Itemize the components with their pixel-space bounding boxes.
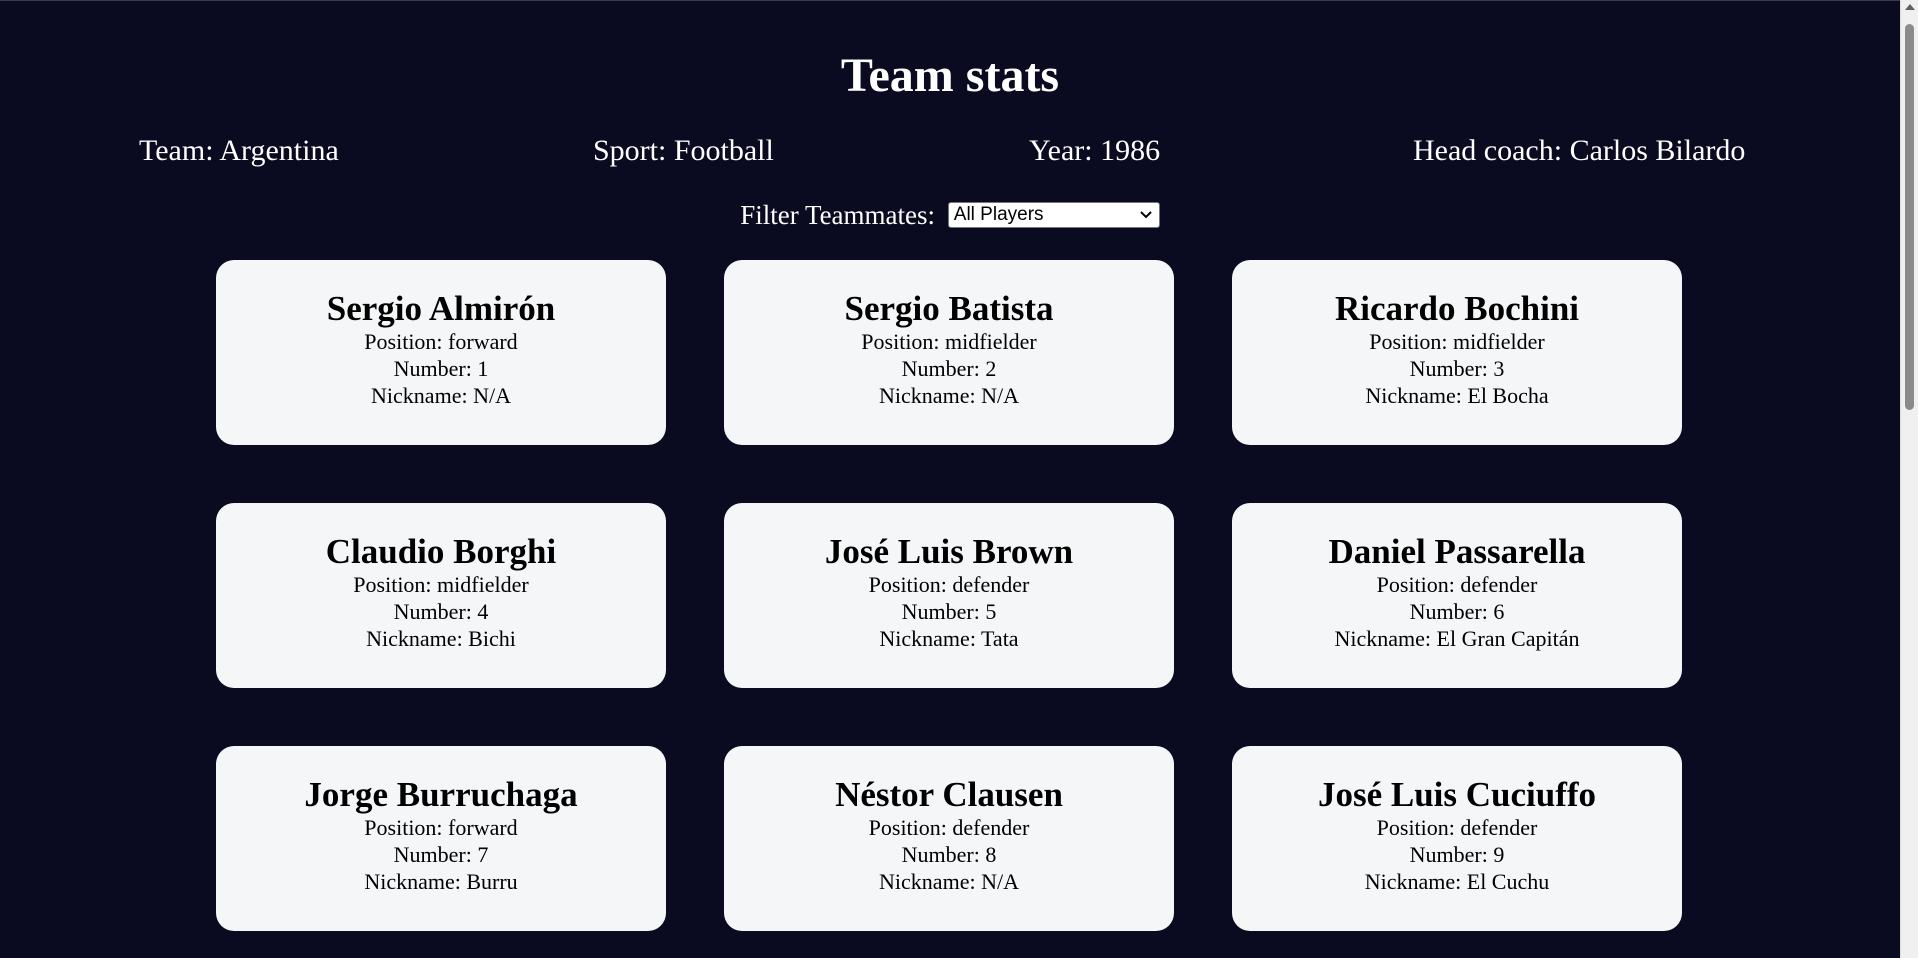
- chevron-down-icon: [1140, 211, 1152, 219]
- player-nickname: Nickname: El Cuchu: [1364, 869, 1550, 894]
- player-number: Number: 7: [393, 842, 489, 867]
- player-nickname: Nickname: N/A: [879, 869, 1019, 894]
- player-card: Sergio Almirón Position: forward Number:…: [216, 260, 666, 445]
- player-nickname: Nickname: El Gran Capitán: [1334, 626, 1580, 651]
- player-card: Sergio Batista Position: midfielder Numb…: [724, 260, 1174, 445]
- player-position: Position: midfielder: [353, 572, 529, 597]
- player-card: Claudio Borghi Position: midfielder Numb…: [216, 503, 666, 688]
- page: Team stats Team: Argentina Sport: Footba…: [0, 0, 1900, 958]
- player-card: Jorge Burruchaga Position: forward Numbe…: [216, 746, 666, 931]
- player-nickname: Nickname: N/A: [879, 383, 1019, 408]
- player-number: Number: 9: [1409, 842, 1505, 867]
- player-card: Ricardo Bochini Position: midfielder Num…: [1232, 260, 1682, 445]
- year-label: Year: 1986: [1029, 134, 1161, 167]
- player-nickname: Nickname: Burru: [364, 869, 518, 894]
- player-position: Position: defender: [868, 572, 1030, 597]
- player-number: Number: 1: [393, 356, 489, 381]
- player-position: Position: midfielder: [861, 329, 1037, 354]
- player-position: Position: forward: [364, 329, 518, 354]
- player-name: José Luis Brown: [824, 532, 1074, 571]
- player-number: Number: 3: [1409, 356, 1505, 381]
- filter-teammates-select[interactable]: All Players: [947, 201, 1160, 228]
- player-nickname: Nickname: Bichi: [366, 626, 516, 651]
- sport-label: Sport: Football: [593, 134, 774, 167]
- team-info-row: Team: Argentina Sport: Football Year: 19…: [0, 133, 1900, 169]
- player-number: Number: 4: [393, 599, 489, 624]
- player-card: José Luis Brown Position: defender Numbe…: [724, 503, 1174, 688]
- player-nickname: Nickname: Tata: [879, 626, 1019, 651]
- team-label: Team: Argentina: [139, 134, 339, 167]
- head-coach-label: Head coach: Carlos Bilardo: [1413, 134, 1746, 167]
- player-nickname: Nickname: El Bocha: [1365, 383, 1549, 408]
- player-name: Ricardo Bochini: [1334, 289, 1580, 328]
- player-number: Number: 6: [1409, 599, 1505, 624]
- player-name: José Luis Cuciuffo: [1317, 775, 1597, 814]
- player-name: Claudio Borghi: [325, 532, 557, 571]
- player-name: Sergio Almirón: [326, 289, 556, 328]
- filter-row: Filter Teammates: All Players: [0, 198, 1900, 232]
- player-position: Position: midfielder: [1369, 329, 1545, 354]
- vertical-scrollbar[interactable]: [1900, 0, 1918, 958]
- player-position: Position: defender: [868, 815, 1030, 840]
- player-name: Daniel Passarella: [1328, 532, 1586, 571]
- player-name: Sergio Batista: [844, 289, 1054, 328]
- filter-selected-value: All Players: [953, 203, 1044, 225]
- scroll-up-arrow-icon[interactable]: [1905, 4, 1915, 10]
- player-card: Daniel Passarella Position: defender Num…: [1232, 503, 1682, 688]
- player-name: Jorge Burruchaga: [304, 775, 578, 814]
- player-card: José Luis Cuciuffo Position: defender Nu…: [1232, 746, 1682, 931]
- player-name: Néstor Clausen: [835, 775, 1063, 814]
- player-card: Néstor Clausen Position: defender Number…: [724, 746, 1174, 931]
- filter-label: Filter Teammates:: [740, 200, 936, 230]
- scrollbar-thumb[interactable]: [1905, 24, 1914, 410]
- player-number: Number: 8: [901, 842, 997, 867]
- player-position: Position: forward: [364, 815, 518, 840]
- player-number: Number: 2: [901, 356, 997, 381]
- player-nickname: Nickname: N/A: [371, 383, 511, 408]
- page-title: Team stats: [840, 49, 1060, 102]
- player-number: Number: 5: [901, 599, 997, 624]
- player-position: Position: defender: [1376, 815, 1538, 840]
- player-position: Position: defender: [1376, 572, 1538, 597]
